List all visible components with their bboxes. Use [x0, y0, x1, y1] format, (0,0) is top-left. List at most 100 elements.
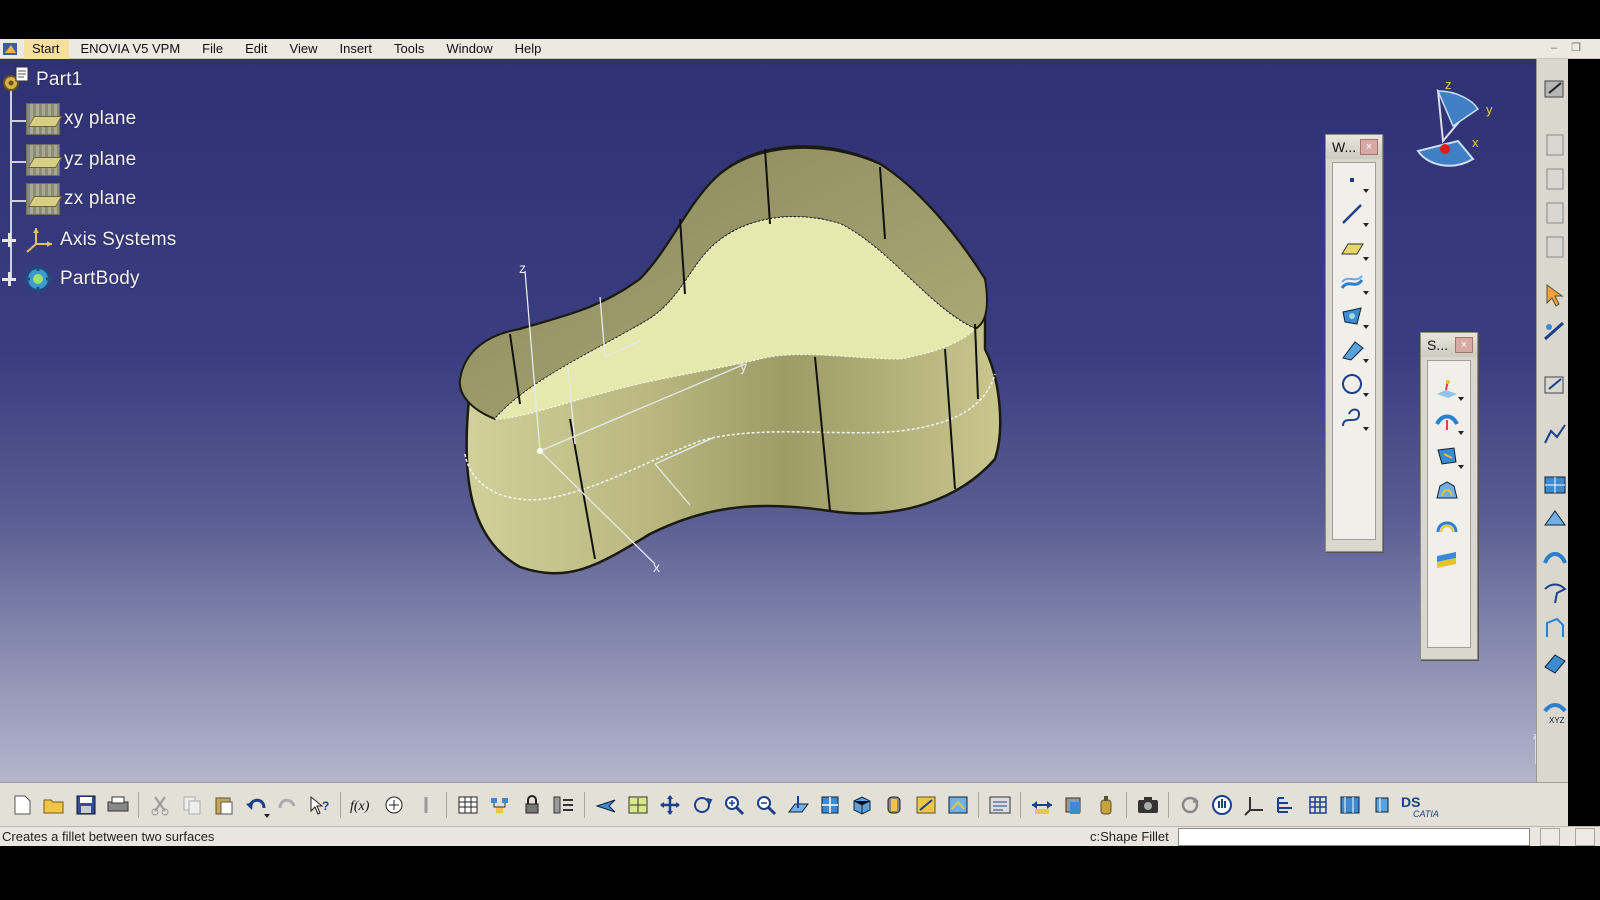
letterbox-top	[0, 0, 1600, 39]
menu-edit[interactable]: Edit	[234, 39, 278, 59]
close-icon[interactable]: ×	[1455, 337, 1473, 353]
model-axis-y-label: y	[740, 358, 747, 374]
blend-surface-button[interactable]	[1428, 541, 1466, 575]
iso-view-button[interactable]	[846, 789, 878, 821]
tool-icon[interactable]	[410, 789, 442, 821]
tool-icon[interactable]	[548, 789, 580, 821]
menu-tools[interactable]: Tools	[383, 39, 435, 59]
tool-icon[interactable]	[1541, 615, 1569, 643]
tool-icon[interactable]	[1541, 649, 1569, 677]
circle-tool-button[interactable]	[1333, 367, 1371, 401]
knowledge-advisor-button[interactable]	[378, 789, 410, 821]
lock-button[interactable]	[516, 789, 548, 821]
tool-icon[interactable]	[1541, 505, 1569, 533]
sketcher-icon[interactable]	[1541, 75, 1569, 103]
select-arrow-icon[interactable]	[1541, 281, 1569, 309]
menu-help[interactable]: Help	[504, 39, 553, 59]
axis-system-button[interactable]	[1238, 789, 1270, 821]
sweep-surface-button[interactable]	[1428, 439, 1466, 473]
redo-button[interactable]	[272, 789, 304, 821]
menu-start[interactable]: Start	[24, 38, 70, 59]
fill-surface-button[interactable]	[1428, 473, 1466, 507]
menu-insert[interactable]: Insert	[328, 39, 383, 59]
pan-button[interactable]	[654, 789, 686, 821]
menu-file[interactable]: File	[191, 39, 234, 59]
refresh-button[interactable]	[1174, 789, 1206, 821]
plane-tool-button[interactable]	[1333, 231, 1371, 265]
line-tool-button[interactable]	[1333, 197, 1371, 231]
letterbox-bottom	[0, 862, 1600, 900]
compass[interactable]: z y x	[1408, 71, 1508, 181]
compass-x-label: x	[1472, 135, 1479, 150]
fly-mode-button[interactable]	[590, 789, 622, 821]
copy-button[interactable]	[176, 789, 208, 821]
paste-button[interactable]	[208, 789, 240, 821]
rotate-button[interactable]	[686, 789, 718, 821]
model-axis-x-label: x	[653, 559, 660, 575]
whats-this-button[interactable]: ?	[304, 789, 336, 821]
offset-tool-button[interactable]	[1333, 333, 1371, 367]
wireframe-toolbar[interactable]: W... ×	[1325, 134, 1383, 552]
cut-button[interactable]	[144, 789, 176, 821]
undo-button[interactable]	[240, 789, 272, 821]
point-tool-button[interactable]	[1333, 163, 1371, 197]
grid-button[interactable]	[1302, 789, 1334, 821]
normal-view-button[interactable]	[782, 789, 814, 821]
exit-workbench-icon[interactable]	[1541, 131, 1569, 159]
status-button[interactable]	[1575, 828, 1595, 846]
shading-button[interactable]	[878, 789, 910, 821]
tool-icon[interactable]	[1541, 199, 1569, 227]
menu-view[interactable]: View	[279, 39, 329, 59]
multi-view-button[interactable]	[814, 789, 846, 821]
model-axis-z-label: z	[519, 260, 526, 276]
catia-app-icon[interactable]	[2, 41, 20, 57]
swap-visible-space-button[interactable]	[942, 789, 974, 821]
print-button[interactable]	[102, 789, 134, 821]
tree-view-button[interactable]	[1270, 789, 1302, 821]
tool-icon[interactable]	[1541, 317, 1569, 345]
tool-icon[interactable]	[984, 789, 1016, 821]
menu-window[interactable]: Window	[435, 39, 503, 59]
surfaces-toolbar[interactable]: S... ×	[1420, 332, 1478, 660]
zoom-out-button[interactable]	[750, 789, 782, 821]
measure-item-button[interactable]	[1058, 789, 1090, 821]
design-table-button[interactable]	[452, 789, 484, 821]
compass-z-label: z	[1445, 77, 1452, 92]
tool-icon[interactable]	[1541, 165, 1569, 193]
catalog-browser-button[interactable]	[484, 789, 516, 821]
command-input[interactable]	[1178, 828, 1530, 846]
menu-enovia[interactable]: ENOVIA V5 VPM	[69, 39, 191, 59]
hide-show-button[interactable]	[910, 789, 942, 821]
new-file-button[interactable]	[6, 789, 38, 821]
work-on-support-button[interactable]	[1334, 789, 1366, 821]
zoom-in-button[interactable]	[718, 789, 750, 821]
close-icon[interactable]: ×	[1360, 139, 1378, 155]
save-button[interactable]	[70, 789, 102, 821]
measure-between-button[interactable]	[1026, 789, 1058, 821]
tool-icon[interactable]	[1541, 421, 1569, 449]
capture-button[interactable]	[1132, 789, 1164, 821]
minimize-icon[interactable]: –	[1546, 41, 1562, 55]
tool-icon[interactable]	[1541, 371, 1569, 399]
tool-icon[interactable]	[1541, 471, 1569, 499]
tool-icon[interactable]	[1541, 579, 1569, 607]
formula-button[interactable]: f(x)	[346, 789, 378, 821]
multi-section-surface-button[interactable]	[1428, 507, 1466, 541]
svg-text:XYZ: XYZ	[1549, 716, 1565, 725]
measure-inertia-button[interactable]	[1090, 789, 1122, 821]
extrude-surface-button[interactable]	[1428, 371, 1466, 405]
restore-icon[interactable]: ❐	[1568, 41, 1584, 55]
tool-icon[interactable]	[1541, 545, 1569, 573]
hand-tool-button[interactable]	[1206, 789, 1238, 821]
status-button[interactable]	[1540, 828, 1560, 846]
intersection-tool-button[interactable]	[1333, 299, 1371, 333]
tool-icon[interactable]	[1366, 789, 1398, 821]
3d-viewport[interactable]: Part1 xy plane yz plane zx plane Axis Sy…	[0, 59, 1568, 797]
tool-icon[interactable]	[1541, 233, 1569, 261]
fit-all-in-button[interactable]	[622, 789, 654, 821]
tool-icon[interactable]: XYZ	[1541, 699, 1569, 727]
offset-surface-button[interactable]	[1428, 405, 1466, 439]
spline-tool-button[interactable]	[1333, 401, 1371, 435]
open-file-button[interactable]	[38, 789, 70, 821]
projection-tool-button[interactable]	[1333, 265, 1371, 299]
